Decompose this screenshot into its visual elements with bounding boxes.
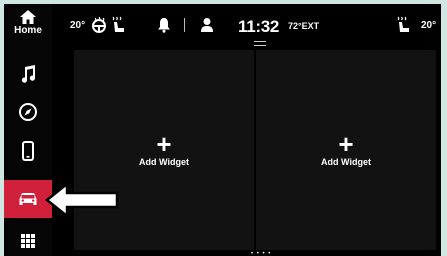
passenger-heated-seat-icon[interactable]	[395, 16, 411, 39]
home-label: Home	[14, 25, 42, 36]
sidebar: Home	[4, 4, 52, 256]
apps-grid-icon	[21, 234, 35, 248]
home-button[interactable]: Home	[8, 10, 48, 50]
widget-slot-left[interactable]: + Add Widget	[74, 50, 254, 250]
sidebar-item-apps[interactable]	[4, 222, 52, 256]
car-icon	[19, 193, 37, 205]
add-icon: +	[156, 129, 172, 159]
add-widget-label: Add Widget	[321, 157, 371, 167]
add-icon: +	[338, 129, 354, 159]
user-profile-icon[interactable]	[200, 17, 214, 38]
pointer-arrow-icon	[45, 182, 119, 218]
home-icon	[20, 10, 36, 24]
clock: 11:32	[238, 17, 280, 36]
sidebar-item-navigation[interactable]	[4, 93, 52, 131]
heated-wheel-icon[interactable]	[90, 16, 108, 38]
drawer-handle[interactable]	[254, 41, 266, 46]
page-indicator: • • • •	[251, 251, 272, 256]
bell-icon[interactable]	[157, 17, 171, 38]
divider	[184, 18, 185, 32]
driver-temp[interactable]: 20°	[70, 20, 85, 32]
phone-icon	[22, 141, 34, 161]
widget-slot-right[interactable]: + Add Widget	[256, 50, 436, 250]
music-note-icon	[21, 65, 36, 83]
add-widget-label: Add Widget	[139, 157, 189, 167]
sidebar-item-phone[interactable]	[4, 132, 52, 170]
heated-seat-icon[interactable]	[110, 16, 126, 39]
compass-icon	[19, 103, 37, 121]
status-bar: 20° 11:32 72°EXT 20°	[52, 4, 441, 50]
sidebar-item-media[interactable]	[4, 55, 52, 93]
outside-temp: 72°EXT	[288, 21, 320, 31]
passenger-temp[interactable]: 20°	[421, 20, 436, 32]
head-unit-screen: Home 20° 11:32 72°EXT 20° + Add Widget +…	[4, 4, 441, 256]
